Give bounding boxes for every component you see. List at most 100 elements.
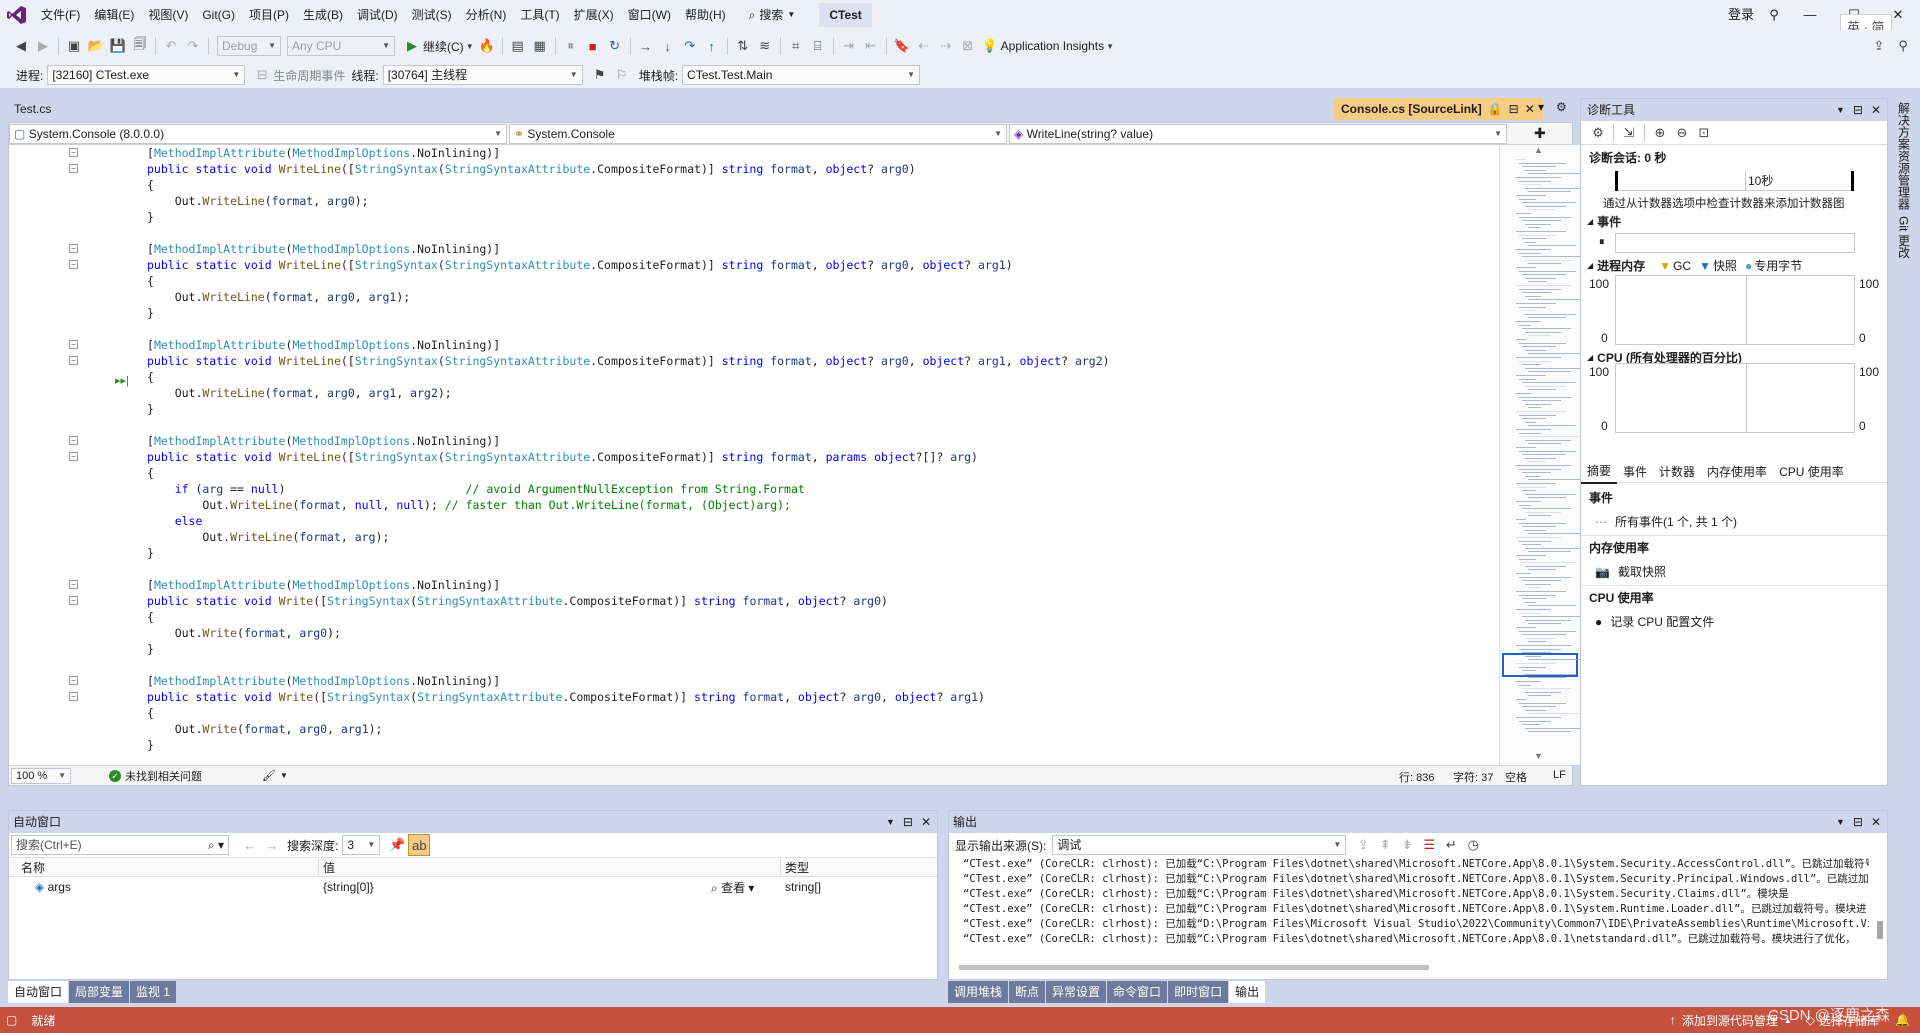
tab-call-stack[interactable]: 调用堆栈 (948, 981, 1009, 1003)
tab-events[interactable]: 事件 (1617, 461, 1653, 483)
menu-item[interactable]: 生成(B) (296, 0, 350, 30)
hot-reload-icon[interactable]: 🔥 (476, 35, 498, 57)
output-vscrollbar[interactable] (1877, 921, 1883, 939)
process-dropdown[interactable]: [32160] CTest.exe ▼ (47, 65, 246, 85)
zoom-dropdown[interactable]: 100 % ▼ (11, 767, 71, 784)
app-insights-button[interactable]: Application Insights (1001, 39, 1104, 53)
tab-cpu-usage[interactable]: CPU 使用率 (1773, 461, 1850, 483)
chevron-down-icon[interactable]: ▼ (886, 811, 895, 833)
menu-item[interactable]: 帮助(H) (678, 0, 733, 30)
layout-icon[interactable]: ▦ (529, 35, 551, 57)
close-icon[interactable]: ✕ (1871, 99, 1881, 121)
menu-item[interactable]: 编辑(E) (87, 0, 141, 30)
tab-command-window[interactable]: 命令窗口 (1107, 981, 1168, 1003)
close-icon[interactable]: ✕ (1525, 98, 1535, 120)
visual-studio-logo-icon[interactable] (0, 0, 34, 30)
fold-marker-icon[interactable]: − (69, 580, 78, 589)
prev-message-icon[interactable]: ⇞ (1374, 834, 1396, 856)
chevron-down-icon[interactable]: ▼ (1104, 35, 1116, 57)
menu-item[interactable]: 视图(V) (141, 0, 195, 30)
menu-item[interactable]: 项目(P) (242, 0, 296, 30)
fold-marker-icon[interactable]: − (69, 148, 78, 157)
timestamp-icon[interactable]: ◷ (1462, 834, 1484, 856)
browse-icon[interactable]: ▤ (507, 35, 529, 57)
pause-icon[interactable]: ⏸ (1599, 236, 1605, 249)
menu-item[interactable]: 窗口(W) (621, 0, 678, 30)
git-changes-tab[interactable]: Git 更改 (1896, 216, 1913, 259)
tab-console-cs[interactable]: Console.cs [SourceLink] 🔒 ⊟ ✕ (1333, 98, 1543, 120)
menu-item[interactable]: 调试(D) (350, 0, 405, 30)
fold-marker-icon[interactable]: − (69, 436, 78, 445)
tab-locals[interactable]: 局部变量 (69, 981, 130, 1003)
menu-item[interactable]: 扩展(X) (567, 0, 621, 30)
fold-marker-icon[interactable]: − (69, 244, 78, 253)
outdent-icon[interactable]: ⇤ (860, 35, 882, 57)
line-number[interactable]: 行: 836 (1399, 769, 1434, 785)
pin-icon[interactable]: ⚲ (1892, 35, 1914, 57)
chevron-down-icon[interactable]: ▼ (280, 771, 288, 780)
minimize-button[interactable]: — (1788, 0, 1832, 30)
output-text[interactable]: “CTest.exe” (CoreCLR: clrhost): 已加载“C:\P… (949, 857, 1869, 957)
pin-icon[interactable]: ⊟ (1853, 99, 1863, 121)
next-message-icon[interactable]: ⇟ (1396, 834, 1418, 856)
tab-breakpoints[interactable]: 断点 (1009, 981, 1046, 1003)
back-icon[interactable]: ◀ (10, 35, 32, 57)
tab-test-cs[interactable]: Test.cs (8, 98, 80, 120)
code-cleanup-icon[interactable]: 🖌 (262, 769, 276, 782)
chevron-down-icon[interactable]: ▼ (1836, 99, 1845, 121)
menu-item[interactable]: Git(G) (195, 0, 242, 30)
show-next-statement-icon[interactable]: → (635, 35, 657, 57)
settings-icon[interactable]: ⚙ (1587, 122, 1609, 144)
issues-status[interactable]: 未找到相关问题 (125, 768, 202, 784)
hex-display-icon[interactable]: ⇅ (732, 35, 754, 57)
thread-icon[interactable]: ≋ (754, 35, 776, 57)
undo-icon[interactable]: ↶ (160, 35, 182, 57)
events-section-header[interactable]: ◢ 事件 (1587, 213, 1621, 230)
reset-zoom-icon[interactable]: ⊡ (1693, 122, 1715, 144)
output-hscrollbar[interactable] (959, 965, 1429, 970)
type-dropdown[interactable]: ⚭ System.Console ▼ (509, 124, 1007, 144)
login-button[interactable]: 登录 (1722, 0, 1760, 30)
string-view-icon[interactable]: ab (408, 834, 431, 856)
fold-marker-icon[interactable]: − (69, 692, 78, 701)
zoom-in-icon[interactable]: ⊕ (1649, 122, 1671, 144)
col-type[interactable]: 类型 (781, 859, 809, 876)
next-bookmark-icon[interactable]: ⇢ (935, 35, 957, 57)
take-snapshot-button[interactable]: 📷 截取快照 (1595, 563, 1666, 580)
memory-section-header[interactable]: ◢ 进程内存 ▼ GC ▼ 快照 ● 专用字节 (1587, 257, 1802, 274)
close-icon[interactable]: ✕ (921, 811, 931, 833)
export-icon[interactable]: ⇲ (1618, 122, 1640, 144)
tab-overflow-icon[interactable]: ▾ (1538, 100, 1544, 114)
restart-icon[interactable]: ↻ (604, 35, 626, 57)
new-project-icon[interactable]: ▣ (63, 35, 85, 57)
line-ending[interactable]: LF (1553, 769, 1566, 781)
notification-icon[interactable]: ▢ (6, 1013, 17, 1027)
record-cpu-profile-button[interactable]: ● 记录 CPU 配置文件 (1595, 613, 1714, 630)
tab-summary[interactable]: 摘要 (1581, 460, 1618, 484)
stop-icon[interactable]: ■ (582, 35, 604, 57)
menu-item[interactable]: 分析(N) (459, 0, 514, 30)
fold-marker-icon[interactable]: − (69, 164, 78, 173)
tab-immediate-window[interactable]: 即时窗口 (1168, 981, 1229, 1003)
add-source-control-button[interactable]: 添加到源代码管理 (1682, 1012, 1778, 1029)
live-share-icon[interactable]: ⇪ (1868, 35, 1890, 57)
save-all-icon[interactable]: 🗐 (129, 35, 151, 57)
save-icon[interactable]: 💾 (107, 35, 129, 57)
thread-dropdown[interactable]: [30764] 主线程 ▼ (382, 65, 583, 85)
solution-explorer-tab[interactable]: 解决方案资源管理器 (1896, 102, 1913, 210)
lightbulb-icon[interactable]: 💡 (979, 35, 1001, 57)
continue-icon[interactable]: ▶ (401, 35, 423, 57)
settings-icon[interactable]: ⚙ (1556, 100, 1567, 114)
stack-frame-dropdown[interactable]: CTest.Test.Main ▼ (682, 65, 921, 85)
tab-output[interactable]: 输出 (1229, 981, 1266, 1003)
break-all-icon[interactable]: ⏸ (560, 35, 582, 57)
bookmark-icon[interactable]: 🔖 (891, 35, 913, 57)
back-icon[interactable]: ← (239, 834, 261, 856)
output-source-dropdown[interactable]: 调试 ▼ (1052, 835, 1347, 855)
code-area[interactable]: [MethodImplAttribute(MethodImplOptions.N… (139, 145, 1497, 765)
pin-icon[interactable]: ⊟ (903, 811, 913, 833)
fold-marker-icon[interactable]: − (69, 340, 78, 349)
fold-marker-icon[interactable]: − (69, 676, 78, 685)
all-events-link[interactable]: ⋯ 所有事件(1 个, 共 1 个) (1595, 513, 1737, 530)
table-row[interactable]: ◈ args {string[0]} ⌕ 查看 ▾ string[] (9, 877, 937, 897)
